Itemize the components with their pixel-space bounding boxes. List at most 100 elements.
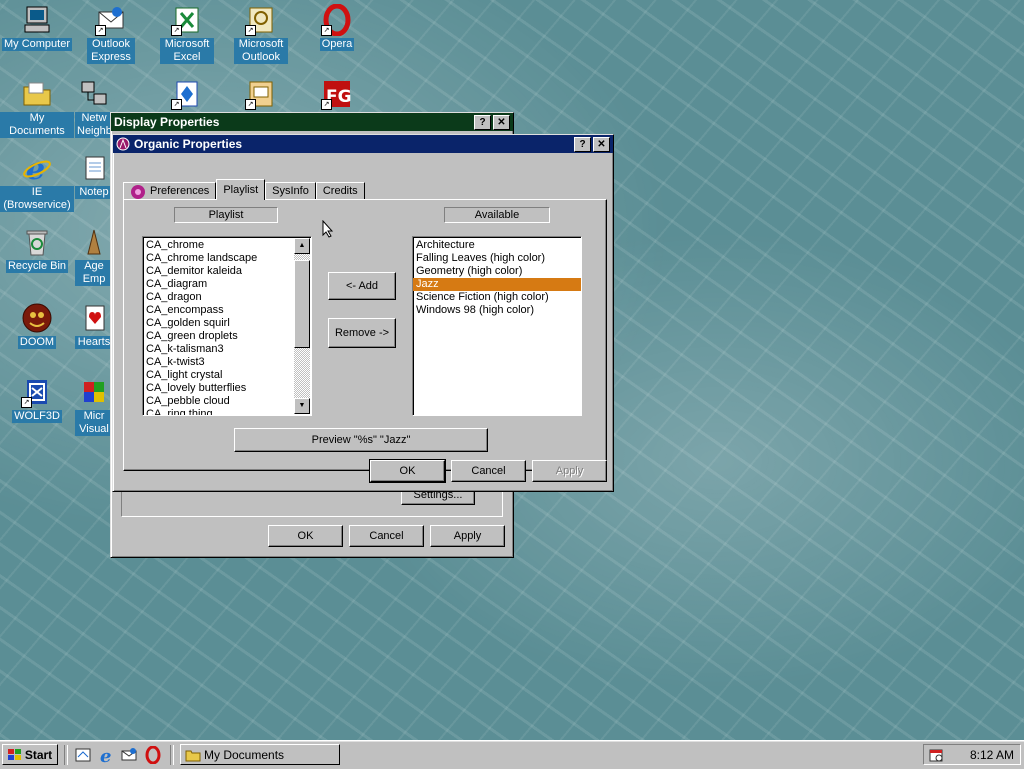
my-computer-icon (21, 4, 53, 36)
taskbar-item-my-documents[interactable]: My Documents (180, 744, 340, 765)
taskbar: Start e My Documents 8:12 AM (0, 740, 1024, 769)
tab-strip: Preferences Playlist SysInfo Credits (123, 179, 365, 200)
taskbar-item-label: My Documents (204, 747, 285, 762)
scheduler-icon[interactable] (928, 747, 944, 763)
desktop-icon-label: My Computer (1, 38, 73, 51)
shortcut-arrow-icon: ↗ (321, 99, 332, 110)
close-icon[interactable]: ✕ (493, 114, 510, 130)
remove-button[interactable]: Remove -> (328, 318, 396, 348)
organic-cancel-button[interactable]: Cancel (451, 460, 526, 482)
scroll-down-icon[interactable]: ▼ (294, 398, 310, 414)
close-icon[interactable]: ✕ (593, 136, 610, 152)
folder-icon (185, 748, 201, 762)
organic-properties-titlebar[interactable]: Organic Properties ? ✕ (113, 135, 613, 153)
shortcut-arrow-icon: ↗ (171, 99, 182, 110)
playlist-item[interactable]: CA_demitor kaleida (143, 265, 311, 278)
desktop-icon-wolf3d[interactable]: ↗ WOLF3D (0, 376, 74, 423)
shortcut-arrow-icon: ↗ (245, 99, 256, 110)
folder-icon (21, 78, 53, 110)
tab-label: Credits (322, 185, 358, 197)
playlist-listbox[interactable]: CA_chrome CA_chrome landscape CA_demitor k… (142, 236, 312, 416)
available-item[interactable]: Jazz (413, 278, 581, 291)
recycle-bin-icon (21, 226, 53, 258)
help-icon[interactable]: ? (574, 136, 591, 152)
playlist-item[interactable]: CA_encompass (143, 304, 311, 317)
desktop-icon-visual-studio[interactable]: Micr Visual (74, 376, 114, 439)
help-icon[interactable]: ? (474, 114, 491, 130)
opera-quicklaunch-icon[interactable] (144, 745, 162, 765)
desktop-icon-app-shortcut[interactable]: ↗ (150, 78, 224, 112)
display-ok-button[interactable]: OK (268, 525, 343, 547)
available-item[interactable]: Falling Leaves (high color) (413, 252, 581, 265)
organic-app-icon (116, 137, 130, 151)
playlist-item[interactable]: CA_pebble cloud (143, 395, 311, 408)
tab-sysinfo[interactable]: SysInfo (265, 182, 316, 200)
start-label: Start (24, 747, 53, 762)
playlist-item[interactable]: CA_golden squirl (143, 317, 311, 330)
hearts-icon (78, 302, 110, 334)
desktop-icon-label: DOOM (17, 336, 57, 349)
playlist-item[interactable]: CA_dragon (143, 291, 311, 304)
desktop-icon-label: IE (Browservice) (0, 186, 74, 212)
scroll-thumb[interactable] (294, 260, 310, 348)
available-listbox[interactable]: Architecture Falling Leaves (high color) G… (412, 236, 582, 416)
display-properties-titlebar[interactable]: Display Properties ? ✕ (111, 113, 513, 131)
playlist-item[interactable]: CA_green droplets (143, 330, 311, 343)
desktop-icon-doom[interactable]: DOOM (0, 302, 74, 349)
add-button[interactable]: <- Add (328, 272, 396, 300)
start-button[interactable]: Start (2, 744, 58, 765)
playlist-item[interactable]: CA_ring thing (143, 408, 311, 415)
shortcut-arrow-icon: ↗ (95, 25, 106, 36)
available-item[interactable]: Geometry (high color) (413, 265, 581, 278)
tab-credits[interactable]: Credits (315, 182, 365, 200)
desktop-icon-excel[interactable]: ↗ Microsoft Excel (150, 4, 224, 64)
window-title: Display Properties (114, 115, 220, 129)
playlist-item[interactable]: CA_k-talisman3 (143, 343, 311, 356)
desktop-icon-label: Age Emp (75, 260, 113, 286)
show-desktop-icon[interactable] (74, 746, 92, 764)
available-item[interactable]: Science Fiction (high color) (413, 291, 581, 304)
playlist-item[interactable]: CA_light crystal (143, 369, 311, 382)
desktop-icon-opera[interactable]: ↗ Opera (300, 3, 374, 51)
outlook-icon: ↗ (245, 4, 277, 36)
playlist-scrollbar[interactable]: ▲ ▼ (294, 238, 310, 414)
organic-properties-dialog: Organic Properties ? ✕ Preferences Playl… (112, 134, 614, 492)
desktop-icon-age-of-empires[interactable]: Age Emp (74, 226, 114, 289)
shortcut-arrow-icon: ↗ (171, 25, 182, 36)
tab-label: Preferences (150, 185, 210, 197)
desktop-icon-label: Recycle Bin (5, 260, 69, 273)
desktop-icon-label: Netw Neighb (75, 112, 113, 138)
clock[interactable]: 8:12 AM (970, 748, 1014, 762)
outlook-express-quicklaunch-icon[interactable] (120, 746, 138, 764)
playlist-item[interactable]: CA_chrome (143, 239, 311, 252)
desktop-icon-app-shortcut-2[interactable]: ↗ (224, 78, 298, 112)
desktop-icon-outlook-express[interactable]: ↗ Outlook Express (74, 4, 148, 64)
ie-quicklaunch-icon[interactable]: e (98, 746, 116, 767)
desktop-icon-network[interactable]: Netw Neighb (74, 78, 114, 141)
desktop-icon-ie[interactable]: e IE (Browservice) (0, 152, 74, 212)
desktop-icon-my-documents[interactable]: My Documents (0, 78, 74, 138)
desktop-icon-fg[interactable]: FG ↗ (300, 78, 374, 112)
desktop-icon-label: WOLF3D (12, 410, 62, 423)
playlist-item[interactable]: CA_k-twist3 (143, 356, 311, 369)
desktop-icon-my-computer[interactable]: My Computer (0, 4, 74, 51)
desktop-icon-outlook[interactable]: ↗ Microsoft Outlook (224, 4, 298, 64)
scroll-up-icon[interactable]: ▲ (294, 238, 310, 254)
desktop-icon-notepad[interactable]: Notep (74, 152, 114, 202)
tab-playlist[interactable]: Playlist (216, 179, 266, 200)
playlist-item[interactable]: CA_diagram (143, 278, 311, 291)
notepad-icon (78, 152, 110, 184)
desktop-icon-hearts[interactable]: Hearts (74, 302, 114, 352)
organic-ok-button[interactable]: OK (369, 459, 446, 483)
desktop-icon-recycle-bin[interactable]: Recycle Bin (0, 226, 74, 273)
available-item[interactable]: Architecture (413, 239, 581, 252)
tab-preferences[interactable]: Preferences (123, 182, 217, 200)
available-item[interactable]: Windows 98 (high color) (413, 304, 581, 317)
preview-button[interactable]: Preview "%s" "Jazz" (234, 428, 488, 452)
organic-apply-button[interactable]: Apply (532, 460, 607, 482)
display-cancel-button[interactable]: Cancel (349, 525, 424, 547)
playlist-item[interactable]: CA_chrome landscape (143, 252, 311, 265)
playlist-header: Playlist (174, 207, 278, 223)
display-apply-button[interactable]: Apply (430, 525, 505, 547)
playlist-item[interactable]: CA_lovely butterflies (143, 382, 311, 395)
